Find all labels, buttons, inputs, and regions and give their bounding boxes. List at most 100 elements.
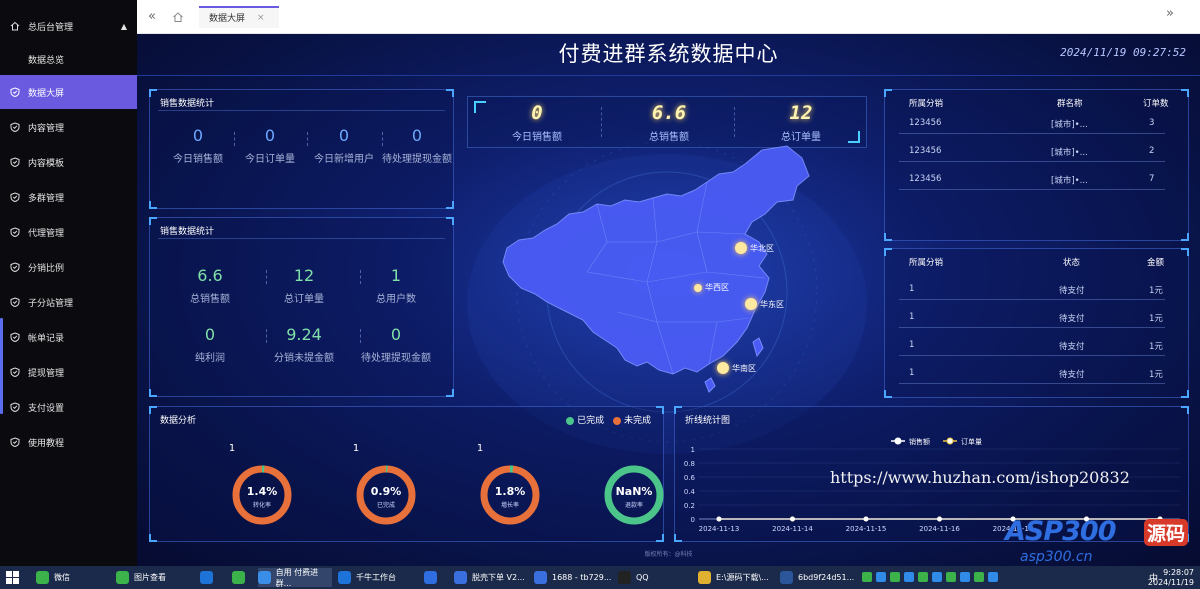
legend-label: 订单量 <box>961 437 982 446</box>
taskbar-app[interactable]: E:\源码下载\... <box>698 568 774 587</box>
tray-icon[interactable] <box>918 572 928 582</box>
sidebar-item-7[interactable]: 子分站管理 <box>0 285 137 319</box>
tray-icon[interactable] <box>946 572 956 582</box>
tray-icon[interactable] <box>960 572 970 582</box>
dashboard: 付费进群系统数据中心 2024/11/19 09:27:52 销售数据统计 0 … <box>137 34 1200 566</box>
app-icon <box>36 571 49 584</box>
sidebar-item-label: 帐单记录 <box>28 333 65 344</box>
tray-icon[interactable] <box>974 572 984 582</box>
sidebar-item-bigscreen[interactable]: 数据大屏 <box>0 75 137 109</box>
kpi-value: 12 <box>789 102 813 124</box>
data-point <box>863 516 869 522</box>
sidebar-item-overview[interactable]: 数据总览 <box>0 42 137 76</box>
sidebar-item-10[interactable]: 支付设置 <box>0 390 137 424</box>
home-tab-icon[interactable] <box>167 6 189 28</box>
table-row[interactable]: 123456 [城市]•... 7 <box>899 168 1165 190</box>
start-button[interactable] <box>6 568 19 587</box>
table-cell: 1元 <box>1149 370 1163 380</box>
stat-undrawn-commission: 9.24 分销未提金额 <box>260 325 348 365</box>
taskbar-app[interactable]: 图片查看 <box>116 568 192 587</box>
shield-check-icon <box>10 297 20 307</box>
table-cell: 123456 <box>909 146 942 156</box>
map-marker[interactable]: 华北区 <box>735 242 774 254</box>
table-row[interactable]: 1 待支付 1元 <box>899 362 1165 384</box>
stat-today-orders: 0 今日订单量 <box>236 126 304 166</box>
sidebar-item-9[interactable]: 提现管理 <box>0 355 137 389</box>
data-point <box>937 516 942 522</box>
sidebar-item-11[interactable]: 使用教程 <box>0 425 137 459</box>
legend-done-dot <box>566 416 575 425</box>
close-tab-icon[interactable]: × <box>257 13 265 23</box>
map-marker[interactable]: 华东区 <box>745 298 784 310</box>
shield-check-icon <box>10 87 20 97</box>
stat-label: 总用户数 <box>376 294 416 305</box>
table-row[interactable]: 1 待支付 1元 <box>899 278 1165 300</box>
taskbar-app[interactable]: 1688 - tb729... <box>534 568 612 587</box>
map-marker[interactable]: 华南区 <box>717 362 756 374</box>
sidebar-group-admin[interactable]: 总后台管理 ▲ <box>0 9 137 43</box>
table-row[interactable]: 123456 [城市]•... 3 <box>899 112 1165 134</box>
collapse-sidebar-icon[interactable]: « <box>141 6 163 28</box>
expand-tabs-icon[interactable]: » <box>1166 6 1174 21</box>
donut-count: 1 <box>476 443 484 454</box>
sidebar-item-2[interactable]: 内容管理 <box>0 110 137 144</box>
sidebar-item-label: 内容模板 <box>28 158 65 169</box>
tray-icon[interactable] <box>988 572 998 582</box>
donut-count: 1 <box>352 443 360 454</box>
watermark-url: https://www.huzhan.com/ishop20832 <box>830 468 1130 487</box>
shield-check-icon <box>10 367 20 377</box>
taskbar-app[interactable]: 脱壳下单 V2... <box>454 568 528 587</box>
table-row[interactable]: 1 待支付 1元 <box>899 306 1165 328</box>
map-taiwan[interactable] <box>752 337 764 358</box>
tray-icon[interactable] <box>904 572 914 582</box>
map-region-label: 华北区 <box>750 243 774 253</box>
table-cell: 1 <box>909 368 915 378</box>
home-icon <box>10 21 20 31</box>
legend-marker <box>946 437 954 445</box>
stat-value: 0 <box>264 126 276 145</box>
tab-bigscreen[interactable]: 数据大屏 × <box>199 5 279 28</box>
table-cell: [城市]•... <box>1051 176 1088 186</box>
taskbar-app-label: 1688 - tb729... <box>552 573 612 582</box>
page-title: 付费进群系统数据中心 <box>558 42 779 66</box>
tray-icon[interactable] <box>876 572 886 582</box>
taskbar-app-label: QQ <box>636 573 649 582</box>
stat-value: 0 <box>192 126 204 145</box>
app-icon <box>698 571 711 584</box>
analysis-legend: 已完成 未完成 <box>566 413 651 426</box>
china-map[interactable] <box>497 142 827 404</box>
tray-icon[interactable] <box>932 572 942 582</box>
sidebar-item-6[interactable]: 分销比例 <box>0 250 137 284</box>
taskbar-app[interactable]: 千牛工作台 <box>338 568 416 587</box>
orders-table: 所属分销 状态 金额 1 待支付 1元 1 待支付 1元 1 待支付 1元 1 待支付 1元 <box>885 249 1190 399</box>
sidebar-item-4[interactable]: 多群管理 <box>0 180 137 214</box>
table-cell: 待支付 <box>1059 370 1085 380</box>
tray-icon[interactable] <box>890 572 900 582</box>
sidebar-item-label: 代理管理 <box>28 228 65 239</box>
taskbar-app[interactable]: 6bd9f24d51... <box>780 568 856 587</box>
tray-icon[interactable] <box>862 572 872 582</box>
map-mainland[interactable] <box>502 145 810 375</box>
map-marker[interactable]: 华西区 <box>694 282 729 293</box>
taskbar-app[interactable]: QQ <box>618 568 692 587</box>
ime-indicator[interactable]: 中 <box>1149 571 1158 584</box>
taskbar-app[interactable]: 微信 <box>36 568 106 587</box>
sidebar-item-5[interactable]: 代理管理 <box>0 215 137 249</box>
taskbar-app[interactable]: 自用 付费进群... <box>258 568 332 588</box>
stat-label: 今日销售额 <box>173 154 223 165</box>
sidebar-item-3[interactable]: 内容模板 <box>0 145 137 179</box>
sidebar-item-8[interactable]: 帐单记录 <box>0 320 137 354</box>
app-icon <box>338 571 351 584</box>
taskbar-app[interactable] <box>232 568 254 587</box>
stat-total-users: 1 总用户数 <box>356 266 436 306</box>
app-icon <box>424 571 437 584</box>
datetime: 2024/11/19 09:27:52 <box>1060 46 1186 59</box>
taskbar-app[interactable] <box>424 568 450 587</box>
table-cell: 2 <box>1149 146 1155 156</box>
map-hainan[interactable] <box>704 377 716 393</box>
table-cell: 7 <box>1149 174 1155 184</box>
taskbar-app[interactable] <box>200 568 226 587</box>
table-row[interactable]: 1 待支付 1元 <box>899 334 1165 356</box>
table-row[interactable]: 123456 [城市]•... 2 <box>899 140 1165 162</box>
taskbar-app-label: 脱壳下单 V2... <box>472 573 525 582</box>
